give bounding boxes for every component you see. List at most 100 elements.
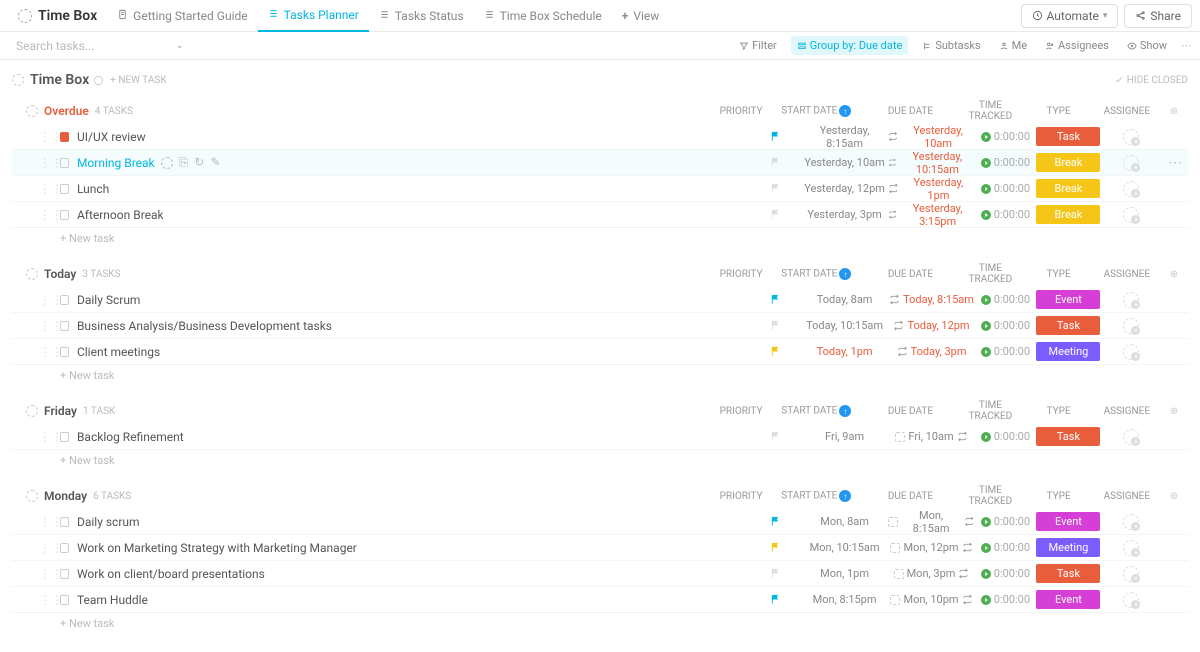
col-priority[interactable]: PRIORITY [713, 491, 769, 502]
start-date-cell[interactable]: Yesterday, 10am [801, 156, 888, 169]
type-cell[interactable]: Break [1036, 153, 1101, 172]
drag-handle-icon[interactable]: ⋮⋮ [42, 293, 60, 307]
task-row[interactable]: ⋮⋮ Morning Break⎘↻✎ Yesterday, 10am Yest… [12, 150, 1188, 176]
type-cell[interactable]: Event [1036, 512, 1101, 531]
col-priority[interactable]: PRIORITY [713, 106, 769, 117]
priority-cell[interactable] [749, 594, 801, 605]
start-date-cell[interactable]: Yesterday, 8:15am [801, 124, 888, 150]
col-assignee[interactable]: ASSIGNEE [1094, 269, 1160, 280]
due-date-cell[interactable]: Yesterday, 10am [888, 124, 975, 150]
priority-cell[interactable] [749, 183, 801, 194]
due-date-cell[interactable]: Mon, 12pm [888, 541, 975, 554]
type-cell[interactable]: Meeting [1036, 342, 1101, 361]
type-cell[interactable]: Meeting [1036, 538, 1101, 557]
priority-cell[interactable] [749, 320, 801, 331]
type-cell[interactable]: Break [1036, 205, 1101, 224]
assignee-cell[interactable] [1101, 207, 1162, 223]
due-date-cell[interactable]: Mon, 10pm [888, 593, 975, 606]
col-start-date[interactable]: START DATE↑ [769, 268, 863, 280]
group-collapse-icon[interactable] [26, 490, 38, 502]
link-icon[interactable]: ↻ [194, 155, 204, 170]
add-column-icon[interactable]: ⊕ [1160, 406, 1188, 417]
edit-icon[interactable]: ✎ [210, 155, 220, 170]
drag-handle-icon[interactable]: ⋮⋮ [42, 567, 60, 581]
drag-handle-icon[interactable]: ⋮⋮ [42, 156, 60, 170]
new-task-button[interactable]: + New task [12, 613, 1188, 634]
col-start-date[interactable]: START DATE↑ [769, 105, 863, 117]
drag-handle-icon[interactable]: ⋮⋮ [42, 430, 60, 444]
group-title[interactable]: Today [44, 267, 76, 281]
col-start-date[interactable]: START DATE↑ [769, 490, 863, 502]
search-chevron-icon[interactable]: ⌄ [176, 41, 184, 51]
tab-time-box-schedule[interactable]: Time Box Schedule [474, 0, 612, 32]
share-button[interactable]: Share [1124, 4, 1192, 28]
due-date-cell[interactable]: Yesterday, 3:15pm [888, 202, 975, 228]
list-toggle-icon[interactable] [12, 74, 24, 86]
add-column-icon[interactable]: ⊕ [1160, 491, 1188, 502]
space-title[interactable]: Time Box [8, 8, 107, 24]
start-date-cell[interactable]: Yesterday, 3pm [801, 208, 888, 221]
play-icon[interactable] [981, 569, 991, 579]
task-name[interactable]: Daily scrum [69, 515, 749, 529]
col-start-date[interactable]: START DATE↑ [769, 405, 863, 417]
task-row[interactable]: ⋮⋮ Daily scrum Mon, 8am Mon, 8:15am 0:00… [12, 509, 1188, 535]
assignee-cell[interactable] [1101, 318, 1162, 334]
task-row[interactable]: ⋮⋮ Client meetings Today, 1pm Today, 3pm… [12, 339, 1188, 365]
task-row[interactable]: ⋮⋮ UI/UX review Yesterday, 8:15am Yester… [12, 124, 1188, 150]
task-name[interactable]: Client meetings [69, 345, 749, 359]
col-due-date[interactable]: DUE DATE [863, 106, 957, 117]
task-row[interactable]: ⋮⋮ Business Analysis/Business Developmen… [12, 313, 1188, 339]
start-date-cell[interactable]: Mon, 1pm [801, 567, 888, 580]
start-date-cell[interactable]: Today, 1pm [801, 345, 888, 358]
col-assignee[interactable]: ASSIGNEE [1094, 491, 1160, 502]
drag-handle-icon[interactable]: ⋮⋮ [42, 182, 60, 196]
col-time-tracked[interactable]: TIME TRACKED [957, 400, 1023, 422]
time-tracked-cell[interactable]: 0:00:00 [975, 319, 1036, 332]
me-button[interactable]: Me [995, 37, 1031, 54]
drag-handle-icon[interactable]: ⋮⋮ [42, 541, 60, 555]
play-icon[interactable] [981, 347, 991, 357]
new-task-button[interactable]: + New task [12, 228, 1188, 249]
due-date-cell[interactable]: Today, 12pm [888, 319, 975, 332]
tab-tasks-status[interactable]: Tasks Status [369, 0, 474, 32]
status-checkbox[interactable] [60, 543, 69, 553]
add-column-icon[interactable]: ⊕ [1160, 269, 1188, 280]
priority-cell[interactable] [749, 294, 801, 305]
play-icon[interactable] [981, 210, 991, 220]
status-checkbox[interactable] [60, 517, 69, 527]
group-title[interactable]: Monday [44, 489, 87, 503]
drag-handle-icon[interactable]: ⋮⋮ [42, 593, 60, 607]
group-title[interactable]: Friday [44, 404, 77, 418]
start-date-cell[interactable]: Mon, 8am [801, 515, 888, 528]
task-row[interactable]: ⋮⋮ Daily Scrum Today, 8am Today, 8:15am … [12, 287, 1188, 313]
priority-cell[interactable] [749, 431, 801, 442]
task-name[interactable]: Lunch [69, 182, 749, 196]
drag-handle-icon[interactable]: ⋮⋮ [42, 345, 60, 359]
col-due-date[interactable]: DUE DATE [863, 491, 957, 502]
start-date-cell[interactable]: Mon, 8:15pm [801, 593, 888, 606]
new-task-button[interactable]: + New task [12, 365, 1188, 386]
task-name[interactable]: Team Huddle [69, 593, 749, 607]
time-tracked-cell[interactable]: 0:00:00 [975, 430, 1036, 443]
col-type[interactable]: TYPE [1023, 491, 1094, 502]
task-name[interactable]: Daily Scrum [69, 293, 749, 307]
type-cell[interactable]: Task [1036, 564, 1101, 583]
group-by-button[interactable]: Group by: Due date [791, 36, 909, 55]
due-date-cell[interactable]: Today, 8:15am [888, 293, 975, 306]
task-name[interactable]: Business Analysis/Business Development t… [69, 319, 749, 333]
play-icon[interactable] [981, 595, 991, 605]
status-checkbox[interactable] [60, 295, 69, 305]
task-name[interactable]: Work on Marketing Strategy with Marketin… [69, 541, 749, 555]
col-type[interactable]: TYPE [1023, 406, 1094, 417]
play-icon[interactable] [981, 184, 991, 194]
assignees-button[interactable]: Assignees [1041, 37, 1113, 54]
type-cell[interactable]: Task [1036, 316, 1101, 335]
col-priority[interactable]: PRIORITY [713, 269, 769, 280]
play-icon[interactable] [981, 132, 991, 142]
priority-cell[interactable] [749, 516, 801, 527]
row-more-icon[interactable]: ⋯ [1162, 155, 1188, 171]
subtask-icon[interactable]: ⎘ [179, 155, 189, 170]
type-cell[interactable]: Event [1036, 290, 1101, 309]
play-icon[interactable] [981, 432, 991, 442]
type-cell[interactable]: Event [1036, 590, 1101, 609]
